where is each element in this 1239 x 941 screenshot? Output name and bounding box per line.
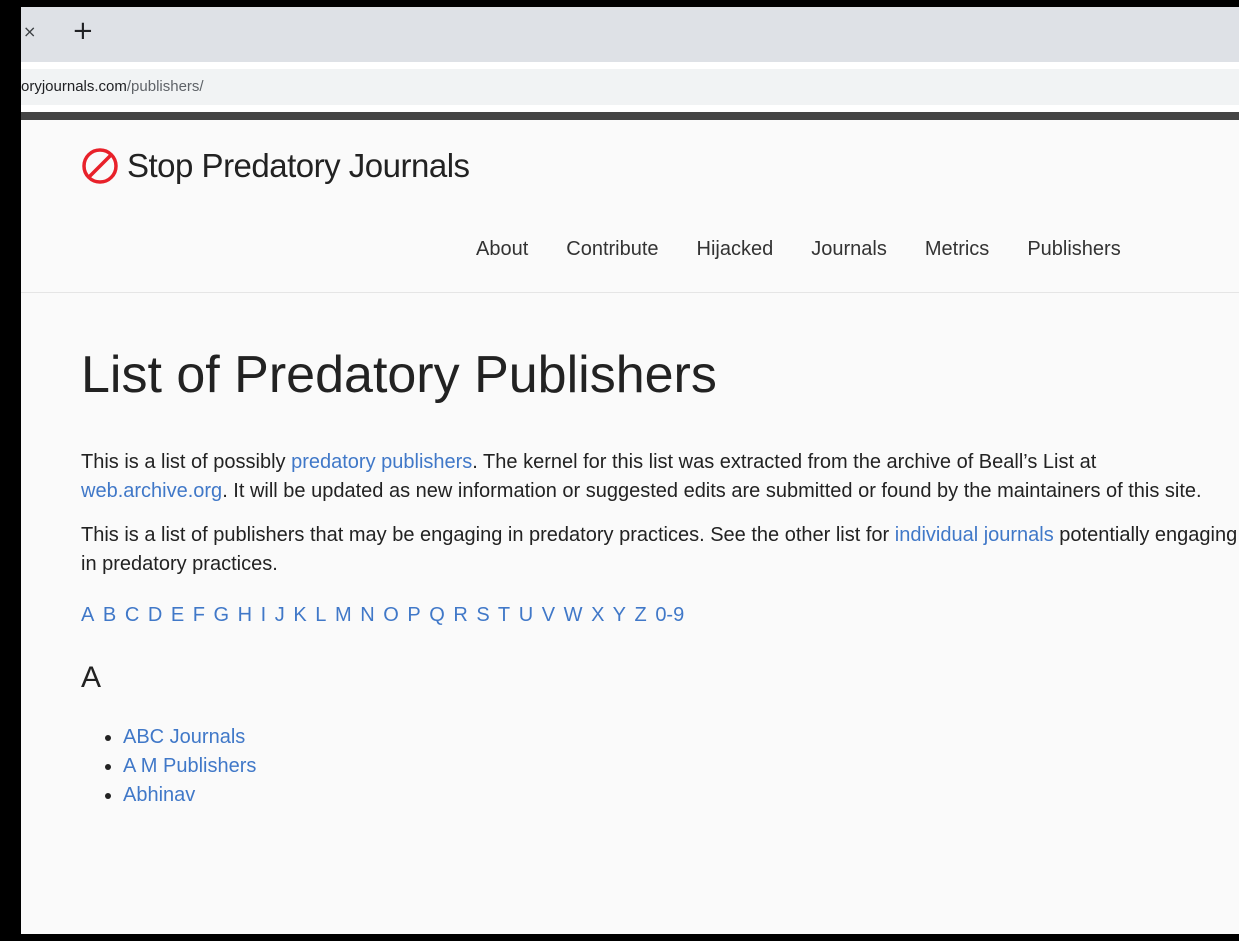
letter-link[interactable]: C xyxy=(125,604,139,626)
letter-link[interactable]: H xyxy=(238,604,252,626)
letter-link[interactable]: J xyxy=(275,604,285,626)
letter-link[interactable]: P xyxy=(407,604,420,626)
letter-link[interactable]: F xyxy=(193,604,205,626)
letter-link[interactable]: 0-9 xyxy=(655,604,684,626)
browser-window: × + oryjournals.com/publishers/ Stop Pre… xyxy=(21,7,1239,934)
publisher-list: ABC Journals A M Publishers Abhinav xyxy=(81,723,1239,810)
address-bar[interactable]: oryjournals.com/publishers/ xyxy=(21,69,1239,105)
intro-paragraph: This is a list of possibly predatory pub… xyxy=(81,448,1239,506)
web-archive-link[interactable]: web.archive.org xyxy=(81,480,222,502)
letter-link[interactable]: O xyxy=(383,604,399,626)
section-heading: A xyxy=(81,661,102,694)
prohibited-circle-icon xyxy=(82,148,118,184)
publisher-link[interactable]: ABC Journals xyxy=(123,726,245,748)
letter-link[interactable]: S xyxy=(476,604,489,626)
nav-publishers[interactable]: Publishers xyxy=(1027,238,1120,261)
letter-link[interactable]: K xyxy=(293,604,306,626)
intro-text-3: . It will be updated as new information … xyxy=(222,480,1202,502)
second-text-1: This is a list of publishers that may be… xyxy=(81,524,895,546)
letter-link[interactable]: T xyxy=(498,604,510,626)
letter-link[interactable]: D xyxy=(148,604,162,626)
header-divider xyxy=(21,292,1239,293)
nav-journals[interactable]: Journals xyxy=(811,238,887,261)
browser-toolbar: oryjournals.com/publishers/ xyxy=(21,62,1239,112)
list-item: Abhinav xyxy=(123,781,1239,810)
page-top-border xyxy=(21,112,1239,120)
alphabet-index: A B C D E F G H I J K L M N O P Q R S T … xyxy=(81,601,1239,629)
letter-link[interactable]: V xyxy=(542,604,555,626)
letter-link[interactable]: E xyxy=(171,604,184,626)
letter-link[interactable]: N xyxy=(360,604,374,626)
intro-text-1: This is a list of possibly xyxy=(81,451,292,473)
second-paragraph: This is a list of publishers that may be… xyxy=(81,521,1239,579)
letter-link[interactable]: B xyxy=(103,604,116,626)
intro-text-2: . The kernel for this list was extracted… xyxy=(472,451,1097,473)
publisher-link[interactable]: Abhinav xyxy=(123,784,195,806)
main-nav: About Contribute Hijacked Journals Metri… xyxy=(476,238,1121,261)
url-path: /publishers/ xyxy=(126,78,204,95)
letter-link[interactable]: I xyxy=(261,604,267,626)
predatory-publishers-link[interactable]: predatory publishers xyxy=(291,451,472,473)
tab-strip: × + xyxy=(21,7,1239,62)
letter-link[interactable]: W xyxy=(564,604,583,626)
nav-about[interactable]: About xyxy=(476,238,528,261)
individual-journals-link[interactable]: individual journals xyxy=(895,524,1054,546)
nav-contribute[interactable]: Contribute xyxy=(566,238,658,261)
letter-link[interactable]: Z xyxy=(635,604,647,626)
letter-link[interactable]: Y xyxy=(613,604,626,626)
tab-close-icon[interactable]: × xyxy=(23,22,36,41)
url-domain: oryjournals.com xyxy=(21,78,127,95)
nav-hijacked[interactable]: Hijacked xyxy=(697,238,774,261)
letter-link[interactable]: R xyxy=(453,604,467,626)
letter-link[interactable]: L xyxy=(315,604,326,626)
letter-link[interactable]: U xyxy=(519,604,533,626)
publisher-link[interactable]: A M Publishers xyxy=(123,755,256,777)
nav-metrics[interactable]: Metrics xyxy=(925,238,989,261)
letter-link[interactable]: X xyxy=(591,604,604,626)
letter-link[interactable]: A xyxy=(81,604,94,626)
letter-link[interactable]: M xyxy=(335,604,352,626)
main-content: List of Predatory Publishers This is a l… xyxy=(81,337,1239,810)
url-text[interactable]: oryjournals.com/publishers/ xyxy=(21,78,204,95)
new-tab-button[interactable]: + xyxy=(72,15,94,47)
list-item: ABC Journals xyxy=(123,723,1239,752)
letter-link[interactable]: G xyxy=(214,604,230,626)
site-title: Stop Predatory Journals xyxy=(127,147,470,184)
site-logo[interactable]: Stop Predatory Journals xyxy=(81,147,470,185)
letter-link[interactable]: Q xyxy=(429,604,445,626)
list-item: A M Publishers xyxy=(123,752,1239,781)
page-title: List of Predatory Publishers xyxy=(81,346,717,404)
